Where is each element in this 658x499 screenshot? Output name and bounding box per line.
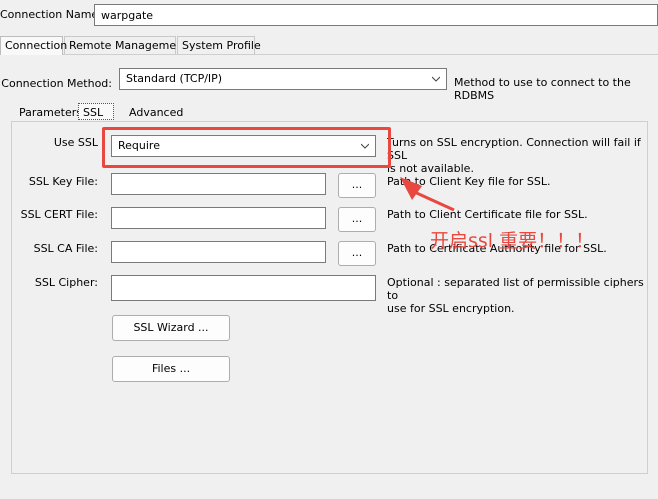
tab-parameters[interactable]: Parameters bbox=[14, 103, 82, 121]
ssl-ca-file-field[interactable] bbox=[111, 241, 326, 263]
tab-ssl[interactable]: SSL bbox=[78, 103, 114, 120]
tab-advanced[interactable]: Advanced bbox=[124, 103, 186, 121]
ssl-cipher-input[interactable] bbox=[112, 276, 375, 300]
ssl-cipher-desc-line1: Optional : separated list of permissible… bbox=[387, 276, 644, 302]
ssl-key-file-field[interactable] bbox=[111, 173, 326, 195]
top-tab-bar: Connection Remote Management System Prof… bbox=[0, 36, 658, 55]
tab-connection[interactable]: Connection bbox=[0, 36, 67, 55]
tab-system-profile[interactable]: System Profile bbox=[177, 36, 261, 54]
use-ssl-value: Require bbox=[118, 139, 160, 152]
chevron-down-icon bbox=[361, 143, 369, 149]
connection-method-select[interactable]: Standard (TCP/IP) bbox=[119, 68, 447, 90]
ssl-key-file-desc: Path to Client Key file for SSL. bbox=[387, 175, 551, 188]
ssl-ca-file-browse-button[interactable]: ... bbox=[338, 241, 376, 266]
use-ssl-desc-line2: is not available. bbox=[387, 162, 474, 175]
ssl-wizard-button[interactable]: SSL Wizard ... bbox=[112, 315, 230, 341]
ssl-key-file-browse-button[interactable]: ... bbox=[338, 173, 376, 198]
ssl-cert-file-field[interactable] bbox=[111, 207, 326, 229]
ssl-cipher-field[interactable] bbox=[111, 275, 376, 301]
connection-name-field[interactable] bbox=[94, 4, 658, 26]
ssl-key-file-label: SSL Key File: bbox=[28, 175, 98, 188]
connection-method-label: Connection Method: bbox=[1, 77, 112, 90]
ssl-ca-file-label: SSL CA File: bbox=[33, 242, 98, 255]
sub-tab-bar: Parameters SSL Advanced bbox=[14, 103, 214, 121]
ssl-ca-file-input[interactable] bbox=[112, 242, 325, 262]
use-ssl-label: Use SSL bbox=[53, 136, 98, 149]
chevron-down-icon bbox=[432, 76, 440, 82]
ssl-cipher-desc-line2: use for SSL encryption. bbox=[387, 302, 515, 315]
use-ssl-desc-line1: Turns on SSL encryption. Connection will… bbox=[387, 136, 641, 162]
annotation-note: 开启ssl 重要！！！ bbox=[430, 230, 595, 252]
connection-method-desc: Method to use to connect to the RDBMS bbox=[454, 76, 631, 102]
tab-remote-management[interactable]: Remote Management bbox=[64, 36, 187, 54]
ssl-cert-file-input[interactable] bbox=[112, 208, 325, 228]
ssl-key-file-input[interactable] bbox=[112, 174, 325, 194]
connection-method-value: Standard (TCP/IP) bbox=[126, 72, 223, 85]
use-ssl-desc: Turns on SSL encryption. Connection will… bbox=[387, 136, 658, 175]
ssl-cert-file-label: SSL CERT File: bbox=[20, 208, 98, 221]
connection-name-label: Connection Name: bbox=[0, 8, 102, 21]
connection-name-input[interactable] bbox=[95, 5, 657, 25]
files-button[interactable]: Files ... bbox=[112, 356, 230, 382]
ssl-cert-file-desc: Path to Client Certificate file for SSL. bbox=[387, 208, 588, 221]
ssl-cipher-label: SSL Cipher: bbox=[34, 276, 98, 289]
ssl-cert-file-browse-button[interactable]: ... bbox=[338, 207, 376, 232]
ssl-cipher-desc: Optional : separated list of permissible… bbox=[387, 276, 658, 315]
use-ssl-select[interactable]: Require bbox=[111, 135, 376, 157]
